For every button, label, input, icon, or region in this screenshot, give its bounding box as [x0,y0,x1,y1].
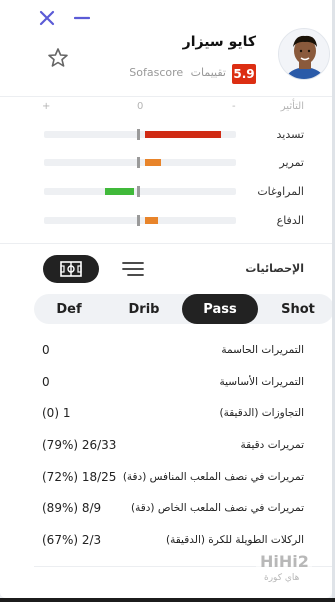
stat-value: (72%) 18/25 [42,470,117,484]
star-icon [48,48,68,67]
stat-label: تمريرات في نصف الملعب الخاص (دقة) [130,502,304,514]
player-stats-panel: كايو سيزار 5.9 تقييمات Sofascore + 0 - ا… [0,0,332,598]
bar-track [44,217,236,224]
watermark-sub-text: هاي كورة [264,573,300,583]
impact-bar [145,131,221,138]
watermark-logo-text: HiHi2 [260,552,309,571]
window-topbar [0,0,332,36]
stat-value: (79%) 26/33 [42,438,117,452]
impact-bar [105,188,134,195]
stat-label: تمريرات دقيقة [240,439,304,451]
pitch-stat-label: الدفاع [276,214,304,227]
center-marker [137,157,140,168]
axis-minus-label: - [232,101,236,112]
pitch-stat-label: المراوغات [257,185,304,198]
stat-value: (0) 1 [42,406,71,420]
stat-row: تمريرات في نصف الملعب الخاص (دقة) (89%) 8… [0,498,332,522]
rating-source-name: Sofascore [129,66,184,79]
rating-label: تقييمات [190,66,226,79]
minimize-icon [74,16,90,20]
stat-row: التمريرات الأساسية 0 [0,372,332,396]
pitch-stat-row: تمرير [0,154,332,174]
stat-row: تمريرات في نصف الملعب المنافس (دقة) (72%)… [0,467,332,491]
axis-title: التأثير [280,101,304,112]
pitch-stat-label: تمرير [279,156,304,169]
stat-row: تمريرات دقيقة (79%) 26/33 [0,435,332,459]
impact-bar [145,159,161,166]
stat-value: 0 [42,343,50,357]
bar-track [44,159,236,166]
axis-zero-label: 0 [137,101,144,112]
stats-section-title: الإحصائيات [245,262,304,275]
pitch-view-icon [60,261,82,277]
view-toggle [43,255,163,283]
stat-label: الركلات الطويلة للكرة (الدقيقة) [166,534,304,546]
pitch-view-button[interactable] [43,255,99,283]
tab-shot[interactable]: Shot [262,294,332,324]
divider [0,96,332,97]
minimize-button[interactable] [72,8,92,28]
watermark-logo: HiHi2 هاي كورة [256,550,312,590]
rating-source: تقييمات Sofascore [129,66,226,79]
favorite-button[interactable] [46,46,70,70]
close-button[interactable] [37,8,57,28]
stat-value: (67%) 2/3 [42,533,102,547]
center-marker [137,215,140,226]
list-view-icon [122,262,144,276]
avatar[interactable] [278,28,330,80]
tab-pass[interactable]: Pass [182,294,258,324]
stat-label: التمريرات الحاسمة [221,344,304,356]
close-icon [39,10,55,26]
list-view-button[interactable] [105,255,161,283]
bar-track [44,188,236,195]
stat-label: التجاوزات (الدقيقة) [219,407,305,419]
tab-drib[interactable]: Drib [108,294,180,324]
stat-row: التمريرات الحاسمة 0 [0,340,332,364]
tab-def[interactable]: Def [34,294,104,324]
stat-value: (89%) 8/9 [42,501,102,515]
stat-row: التجاوزات (الدقيقة) (0) 1 [0,403,332,427]
axis-plus-label: + [42,101,51,112]
stat-label: تمريرات في نصف الملعب المنافس (دقة) [122,471,304,483]
stats-tabs: Def Drib Pass Shot [34,294,332,324]
center-marker [137,129,140,140]
pitch-stat-row: الدفاع [0,212,332,232]
stat-value: 0 [42,375,50,389]
bottom-bar [0,598,335,602]
rating-badge: 5.9 [232,64,256,84]
pitch-stat-row: المراوغات [0,183,332,203]
pitch-stat-label: تسديد [276,128,304,141]
impact-bar [145,217,158,224]
stat-label: التمريرات الأساسية [219,376,304,388]
player-name: كايو سيزار [182,34,256,50]
pitch-stat-row: تسديد [0,126,332,146]
divider [0,243,332,244]
center-marker [137,186,140,197]
player-photo [279,29,329,79]
